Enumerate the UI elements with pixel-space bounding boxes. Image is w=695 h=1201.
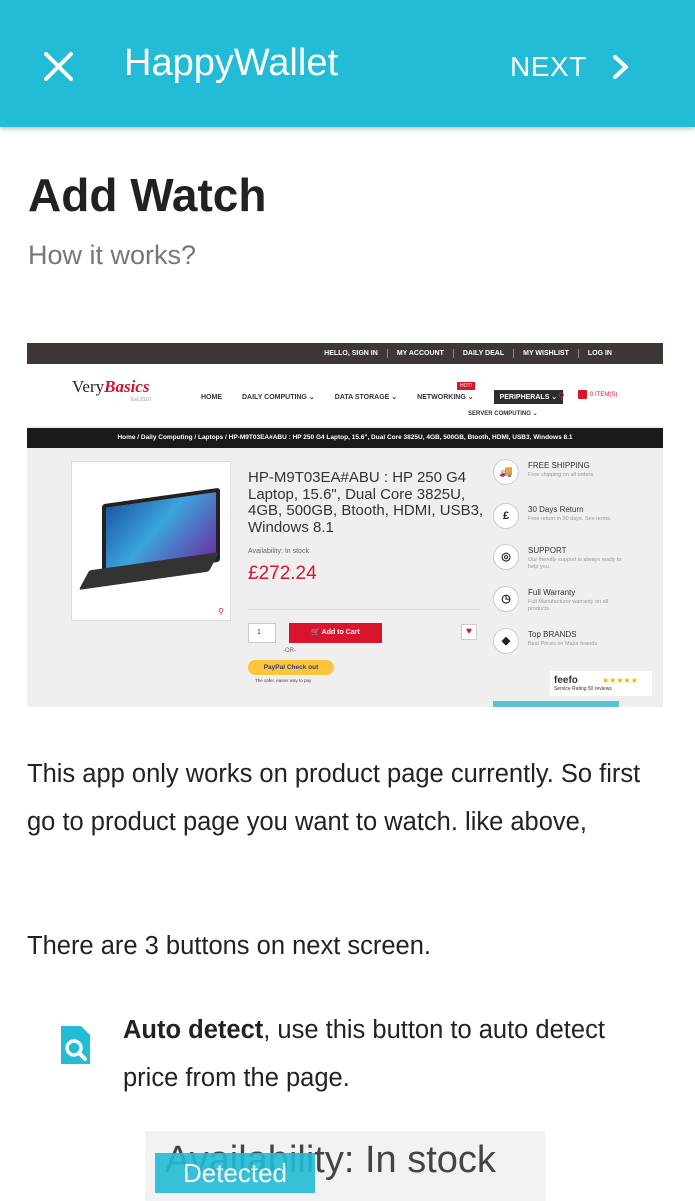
paypal-button: PayPal Check out xyxy=(248,660,334,675)
nav-item: DATA STORAGE ⌄ xyxy=(334,394,398,401)
nav-item: DAILY COMPUTING ⌄ xyxy=(242,394,315,401)
chevron-right-icon xyxy=(612,55,628,79)
search-icon: ⚲ xyxy=(558,391,565,401)
topbar-link: LOG IN xyxy=(577,349,621,358)
auto-detect-title: Auto detect xyxy=(123,1016,264,1044)
product-price: £272.24 xyxy=(248,563,317,584)
paypal-subtitle: The safer, easier way to pay xyxy=(255,678,312,683)
feature-title: Top BRANDS xyxy=(528,630,577,639)
nav-item: PERIPHERALS ⌄ xyxy=(493,390,564,404)
auto-detect-description: Auto detect, use this button to auto det… xyxy=(123,1006,643,1102)
wishlist-heart-icon: ♥ xyxy=(461,624,477,640)
nav-item: NETWORKING ⌄ xyxy=(417,394,474,401)
site-topbar: HELLO, SIGN IN MY ACCOUNT DAILY DEAL MY WIS… xyxy=(27,343,663,364)
feature-item: ◆ Top BRANDS Best Prices on Major brands xyxy=(493,628,653,664)
cart-count: 0 ITEM(S) xyxy=(590,392,618,398)
site-logo: VeryBasics xyxy=(72,377,149,397)
product-image: ⚲ xyxy=(71,461,231,621)
example-product-page-screenshot: HELLO, SIGN IN MY ACCOUNT DAILY DEAL MY WIS… xyxy=(27,343,663,707)
nav-badge: HOT! xyxy=(457,382,475,390)
feature-icon: £ xyxy=(493,503,519,529)
site-nav: HOME DAILY COMPUTING ⌄ DATA STORAGE ⌄ NETWO… xyxy=(201,390,564,404)
divider xyxy=(248,609,480,610)
or-label: -OR- xyxy=(283,648,296,654)
close-button[interactable] xyxy=(34,40,84,90)
next-label: NEXT xyxy=(510,51,587,82)
feature-subtitle: Full Manufacturer warranty on all produc… xyxy=(528,599,609,612)
feature-item: 🚚 FREE SHIPPING Free shipping on all order… xyxy=(493,459,653,495)
feature-icon: ◆ xyxy=(493,628,519,654)
quantity-field: 1 xyxy=(248,623,276,643)
feature-title: SUPPORT xyxy=(528,546,567,555)
how-it-works-link[interactable]: How it works? xyxy=(28,238,196,272)
cart-icon xyxy=(578,390,587,399)
feature-title: Full Warranty xyxy=(528,588,576,597)
feefo-subtitle: Service Rating 50 reviews xyxy=(554,686,612,692)
site-subnav: SERVER COMPUTING ⌄ xyxy=(468,411,538,417)
feature-icon: 🚚 xyxy=(493,459,519,485)
next-button[interactable]: NEXT xyxy=(510,44,633,90)
feature-item: £30 Days Return Free return in 30 days. S… xyxy=(493,503,653,539)
feature-title: 30 Days Return xyxy=(528,505,584,514)
feature-subtitle: Our friendly support is always ready to … xyxy=(528,557,622,570)
page-title: Add Watch xyxy=(28,169,267,221)
feature-item: ◎ SUPPORT Our friendly support is always r… xyxy=(493,544,653,580)
feature-title: FREE SHIPPING xyxy=(528,461,590,470)
feature-icon: ◷ xyxy=(493,586,519,612)
zoom-icon: ⚲ xyxy=(218,607,224,616)
site-header: VeryBasics Est 2010 HOME DAILY COMPUTING … xyxy=(27,364,663,426)
buttons-intro-paragraph: There are 3 buttons on next screen. xyxy=(27,932,431,960)
topbar-link: HELLO, SIGN IN xyxy=(324,350,378,357)
feature-item: ◷ Full Warranty Full Manufacturer warranty… xyxy=(493,586,653,622)
breadcrumb: Home / Daily Computing / Laptops / HP-M9… xyxy=(27,428,663,448)
feature-subtitle: Free shipping on all orders xyxy=(528,472,594,478)
app-bar: HappyWallet NEXT xyxy=(0,0,695,127)
feefo-rating: feefo ★★★★★ Service Rating 50 reviews xyxy=(550,671,652,696)
app-title: HappyWallet xyxy=(124,42,339,84)
rating-stars: ★★★★★ xyxy=(602,676,638,685)
add-to-cart-button: 🛒 Add to Cart xyxy=(289,623,382,643)
product-title: HP-M9T03EA#ABU : HP 250 G4 Laptop, 15.6"… xyxy=(248,469,484,536)
close-icon xyxy=(44,52,73,81)
nav-item: HOME xyxy=(201,393,222,401)
logo-bold-text: Basics xyxy=(104,377,150,396)
detected-badge: Detected xyxy=(155,1153,315,1193)
topbar-link: DAILY DEAL xyxy=(452,349,513,358)
topbar-links: HELLO, SIGN IN MY ACCOUNT DAILY DEAL MY WIS… xyxy=(315,349,621,358)
feefo-logo: feefo xyxy=(554,675,578,686)
feature-subtitle: Best Prices on Major brands xyxy=(528,641,598,647)
topbar-link: MY ACCOUNT xyxy=(386,349,453,358)
instructions-paragraph: This app only works on product page curr… xyxy=(27,760,641,836)
detect-example-image: Availability: In stock Detected xyxy=(145,1131,545,1201)
search-document-icon xyxy=(61,1026,90,1064)
topbar-link: MY WISHLIST xyxy=(513,349,578,358)
availability: Availability: In stock xyxy=(248,548,309,555)
teal-strip xyxy=(493,701,619,707)
feature-subtitle: Free return in 30 days. See terms. xyxy=(528,516,612,522)
logo-text: Very xyxy=(72,377,105,396)
feature-icon: ◎ xyxy=(493,544,519,570)
logo-subtitle: Est 2010 xyxy=(131,397,151,403)
